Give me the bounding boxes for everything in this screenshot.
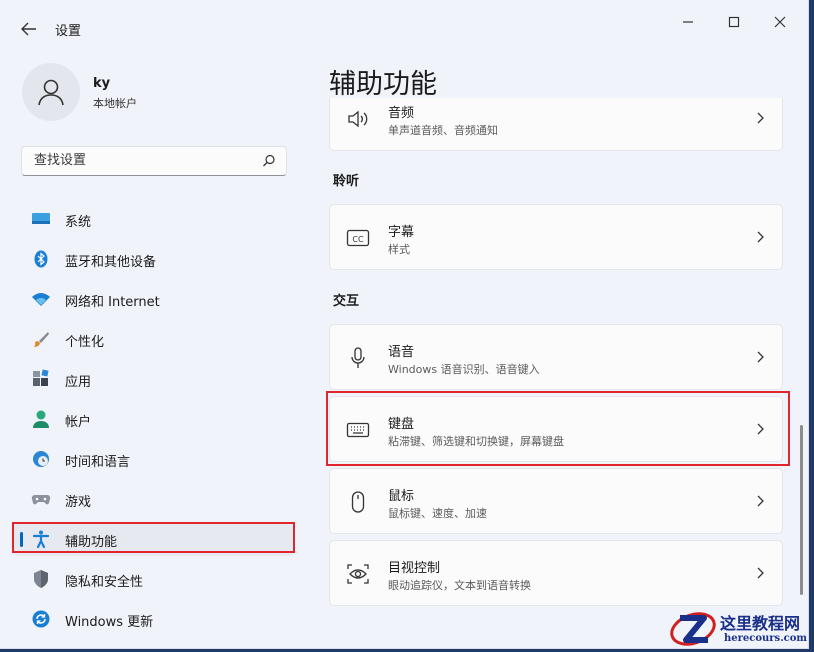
- sidebar-item-label: 网络和 Internet: [65, 295, 160, 310]
- search-icon[interactable]: [262, 154, 276, 168]
- sidebar-item-privacy[interactable]: 隐私和安全性: [0, 559, 300, 599]
- card-subtitle: 单声道音频、音频通知: [388, 124, 498, 137]
- watermark-text-en: herecours.com: [724, 633, 808, 644]
- highlight-box-sidebar: [12, 522, 295, 553]
- back-arrow-icon[interactable]: [18, 18, 40, 40]
- sidebar-item-system[interactable]: 系统: [0, 199, 300, 239]
- card-title: 语音: [388, 345, 415, 360]
- system-icon: [32, 213, 50, 224]
- chevron-right-icon: [757, 567, 764, 579]
- sidebar-item-label: 蓝牙和其他设备: [65, 255, 157, 270]
- card-captions[interactable]: CC 字幕 样式: [329, 204, 783, 270]
- card-eye-control[interactable]: 目视控制 眼动追踪仪，文本到语音转换: [329, 540, 783, 606]
- sidebar-item-gaming[interactable]: 游戏: [0, 479, 300, 519]
- sidebar-item-label: 应用: [65, 375, 92, 390]
- apps-icon: [33, 369, 49, 386]
- account-type: 本地帐户: [93, 97, 137, 110]
- avatar[interactable]: [22, 63, 80, 121]
- search-input[interactable]: [32, 152, 256, 169]
- card-title: 字幕: [388, 225, 415, 240]
- card-audio[interactable]: 音频 单声道音频、音频通知: [329, 98, 783, 151]
- watermark-logo-icon: [670, 612, 716, 646]
- shield-icon: [34, 570, 48, 588]
- watermark: 这里教程网 herecours.com: [668, 604, 814, 652]
- microphone-icon: [351, 347, 365, 368]
- captions-icon: CC: [346, 229, 370, 247]
- clock-globe-icon: [33, 451, 49, 467]
- chevron-right-icon: [757, 495, 764, 507]
- maximize-icon[interactable]: [722, 10, 746, 34]
- sidebar-item-accounts[interactable]: 帐户: [0, 399, 300, 439]
- highlight-box-keyboard: [326, 391, 790, 466]
- bluetooth-icon: [34, 250, 48, 268]
- card-title: 音频: [388, 106, 415, 121]
- account-icon: [33, 410, 49, 428]
- card-subtitle: Windows 语音识别、语音键入: [388, 363, 540, 376]
- section-interaction: 交互: [333, 294, 360, 309]
- svg-text:CC: CC: [352, 235, 364, 244]
- gamepad-icon: [31, 494, 51, 505]
- card-subtitle: 样式: [388, 243, 410, 256]
- card-title: 目视控制: [388, 561, 441, 576]
- eye-control-icon: [347, 564, 369, 584]
- card-subtitle: 眼动追踪仪，文本到语音转换: [388, 579, 531, 592]
- watermark-text-cn: 这里教程网: [720, 614, 801, 633]
- sidebar-item-bluetooth[interactable]: 蓝牙和其他设备: [0, 239, 300, 279]
- card-subtitle: 鼠标键、速度、加速: [388, 507, 487, 520]
- sidebar-item-label: Windows 更新: [65, 615, 154, 630]
- title-bar: 设置: [0, 0, 808, 44]
- card-mouse[interactable]: 鼠标 鼠标键、速度、加速: [329, 468, 783, 534]
- sidebar-item-windows-update[interactable]: Windows 更新: [0, 599, 300, 639]
- card-speech[interactable]: 语音 Windows 语音识别、语音键入: [329, 324, 783, 390]
- sidebar-item-time-language[interactable]: 时间和语言: [0, 439, 300, 479]
- sidebar-item-label: 时间和语言: [65, 455, 131, 470]
- scrollbar[interactable]: [800, 425, 803, 595]
- brush-icon: [34, 332, 49, 347]
- sidebar-item-personalization[interactable]: 个性化: [0, 319, 300, 359]
- chevron-right-icon: [757, 112, 764, 124]
- wifi-icon: [32, 293, 50, 306]
- section-hearing: 聆听: [333, 174, 360, 189]
- app-title: 设置: [55, 24, 82, 39]
- sidebar-item-label: 游戏: [65, 495, 92, 510]
- card-title: 鼠标: [388, 489, 415, 504]
- chevron-right-icon: [757, 231, 764, 243]
- search-box[interactable]: [21, 146, 287, 176]
- sidebar-item-label: 帐户: [65, 415, 92, 430]
- sidebar-nav: 系统 蓝牙和其他设备 网络和 Internet 个性化 应用 帐户 时间和语言 …: [0, 199, 300, 639]
- mouse-icon: [351, 491, 365, 513]
- sidebar-item-network[interactable]: 网络和 Internet: [0, 279, 300, 319]
- minimize-icon[interactable]: [676, 10, 700, 34]
- user-icon: [38, 79, 64, 106]
- sidebar-item-label: 个性化: [65, 335, 105, 350]
- speaker-icon: [348, 110, 368, 128]
- settings-content: 音频 单声道音频、音频通知 聆听 CC 字幕 样式 交互 语音 Windows …: [329, 98, 785, 648]
- settings-window: 设置 ky 本地帐户 系统: [0, 0, 809, 649]
- sidebar-item-label: 隐私和安全性: [65, 575, 144, 590]
- sidebar-item-label: 系统: [65, 215, 92, 230]
- user-name: ky: [93, 76, 111, 91]
- chevron-right-icon: [757, 351, 764, 363]
- update-icon: [32, 610, 50, 628]
- page-title: 辅助功能: [329, 69, 437, 100]
- close-icon[interactable]: [768, 10, 792, 34]
- sidebar-item-apps[interactable]: 应用: [0, 359, 300, 399]
